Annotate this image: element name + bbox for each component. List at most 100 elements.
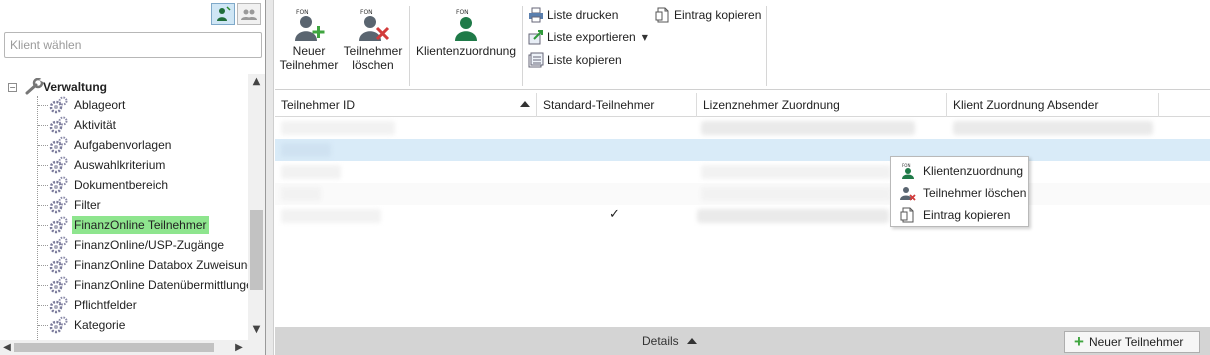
scroll-up-icon[interactable]: ▲ — [248, 76, 265, 90]
delete-participant-button[interactable]: FON Teilnehmer löschen — [341, 4, 405, 72]
svg-text:FON: FON — [456, 9, 469, 16]
export-icon — [528, 30, 543, 45]
copy-list-label: Liste kopieren — [547, 53, 622, 67]
print-list-label: Liste drucken — [547, 8, 619, 22]
redacted-cell — [701, 121, 915, 135]
tree-item-label: FinanzOnline Datenübermittlungen — [74, 278, 248, 292]
new-participant-footer-label: Neuer Teilnehmer — [1088, 335, 1184, 349]
redacted-cell — [281, 209, 381, 223]
client-assignment-label: Klientenzuordnung — [415, 44, 517, 58]
check-icon: ✓ — [609, 207, 620, 222]
gear-icon — [49, 116, 68, 134]
redacted-cell — [281, 143, 331, 157]
table-row[interactable] — [275, 117, 1210, 139]
tree-item-aufgabenvorlagen[interactable]: Aufgabenvorlagen — [38, 136, 173, 154]
grid-header: Teilnehmer ID Standard-Teilnehmer Lizenz… — [275, 93, 1210, 117]
column-header-lizenznehmer-zuordnung[interactable]: Lizenznehmer Zuordnung — [697, 93, 947, 117]
single-user-mode-button[interactable] — [211, 3, 235, 25]
svg-text:FON: FON — [296, 9, 309, 16]
new-participant-button[interactable]: FON Neuer Teilnehmer — [279, 4, 339, 72]
table-row[interactable] — [275, 183, 1210, 205]
redacted-cell — [281, 121, 395, 135]
tree-item-dokumentbereich[interactable]: Dokumentbereich — [38, 176, 170, 194]
copy-list-button[interactable]: Liste kopieren — [528, 51, 622, 69]
tree-item-auswahlkriterium[interactable]: Auswahlkriterium — [38, 156, 167, 174]
redacted-cell — [701, 187, 891, 201]
collapse-icon[interactable]: − — [8, 82, 17, 92]
gear-icon — [49, 236, 68, 254]
person-icon — [217, 6, 231, 21]
delete-participant-label: Teilnehmer löschen — [343, 44, 403, 72]
tree-item-aktivitaet[interactable]: Aktivität — [38, 116, 118, 134]
scrollbar-thumb[interactable] — [250, 210, 263, 290]
sort-ascending-icon — [520, 101, 530, 107]
table-row-selected[interactable] — [275, 139, 1210, 161]
menu-item-delete-participant[interactable]: Teilnehmer löschen — [891, 182, 1028, 204]
gear-icon — [49, 196, 68, 214]
details-label: Details — [642, 334, 679, 348]
svg-text:FON: FON — [360, 9, 373, 16]
client-assignment-icon: FON — [902, 163, 914, 179]
tree-item-label: Aufgabenvorlagen — [74, 138, 172, 152]
client-assignment-button[interactable]: FON Klientenzuordnung — [414, 4, 518, 58]
tree-item-label: Pflichtfelder — [74, 298, 137, 312]
table-row[interactable]: ✓ — [275, 205, 1210, 227]
tree-item-finanzonline-datenuebermittlungen[interactable]: FinanzOnline Datenübermittlungen — [38, 276, 248, 294]
gear-icon — [49, 216, 68, 234]
ribbon-separator — [766, 6, 767, 86]
pane-splitter[interactable] — [266, 0, 274, 355]
tree-item-label: Ablageort — [74, 98, 126, 112]
print-list-button[interactable]: Liste drucken — [528, 6, 618, 24]
column-header-standard-teilnehmer[interactable]: Standard-Teilnehmer — [537, 93, 697, 117]
tree-item-finanzonline-usp-zugaenge[interactable]: FinanzOnline/USP-Zugänge — [38, 236, 226, 254]
new-participant-label: Neuer Teilnehmer — [279, 44, 339, 72]
menu-item-copy-entry[interactable]: Eintrag kopieren — [891, 204, 1028, 226]
tree-root-verwaltung[interactable]: − Verwaltung — [8, 78, 107, 96]
tree-item-ablageort[interactable]: Ablageort — [38, 96, 127, 114]
table-row[interactable] — [275, 161, 1210, 183]
scroll-down-icon[interactable]: ▼ — [248, 324, 265, 338]
column-header-teilnehmer-id[interactable]: Teilnehmer ID — [275, 93, 537, 117]
tree-item-filter[interactable]: Filter — [38, 196, 103, 214]
ribbon-separator — [522, 6, 523, 86]
copy-entry-icon — [900, 207, 914, 223]
printer-icon — [529, 7, 543, 23]
export-list-label: Liste exportieren — [547, 30, 636, 44]
participant-grid: Teilnehmer ID Standard-Teilnehmer Lizenz… — [275, 91, 1210, 327]
context-menu: FON Klientenzuordnung Teilnehmer löschen… — [890, 156, 1029, 227]
tree-item-pflichtfelder[interactable]: Pflichtfelder — [38, 296, 139, 314]
redacted-cell — [701, 165, 891, 179]
menu-item-label: Klientenzuordnung — [923, 164, 1024, 178]
scroll-right-icon[interactable]: ▶ — [232, 340, 246, 355]
new-participant-footer-button[interactable]: + Neuer Teilnehmer — [1064, 331, 1200, 353]
tree-horizontal-scrollbar[interactable]: ◀ ▶ — [0, 340, 265, 355]
admin-tree: − Verwaltung Ablageort Aktivität Aufgabe… — [0, 74, 248, 340]
group-mode-button[interactable] — [237, 3, 261, 25]
gear-icon — [49, 136, 68, 154]
copy-entry-icon — [655, 7, 669, 23]
tree-vertical-scrollbar[interactable]: ▲ ▼ — [248, 74, 265, 340]
tree-item-label: Auswahlkriterium — [74, 158, 166, 172]
column-header-klient-zuordnung-absender[interactable]: Klient Zuordnung Absender — [947, 93, 1159, 117]
copy-entry-button[interactable]: Eintrag kopieren — [655, 6, 761, 24]
menu-item-label: Eintrag kopieren — [923, 208, 1011, 222]
client-search-input[interactable]: Klient wählen — [4, 32, 262, 58]
wrench-icon — [25, 78, 44, 95]
menu-item-client-assignment[interactable]: FON Klientenzuordnung — [891, 160, 1028, 182]
tree-item-kategorie[interactable]: Kategorie — [38, 316, 127, 334]
dropdown-caret-icon[interactable]: ▼ — [642, 33, 648, 42]
redacted-cell — [697, 209, 889, 223]
gear-icon — [49, 96, 68, 114]
details-toggle[interactable]: Details — [642, 334, 697, 348]
tree-item-finanzonline-databox[interactable]: FinanzOnline Databox Zuweisungen — [38, 256, 248, 274]
scroll-left-icon[interactable]: ◀ — [0, 340, 14, 355]
export-list-button[interactable]: Liste exportieren ▼ — [528, 28, 648, 46]
tree-item-label: FinanzOnline Teilnehmer — [72, 216, 209, 234]
tree-item-finanzonline-teilnehmer[interactable]: FinanzOnline Teilnehmer — [38, 216, 209, 234]
scrollbar-thumb[interactable] — [14, 343, 214, 352]
tree-item-label: FinanzOnline/USP-Zugänge — [74, 238, 225, 252]
delete-participant-icon: FON — [359, 9, 390, 41]
delete-participant-icon — [900, 187, 916, 201]
svg-text:FON: FON — [902, 163, 910, 168]
gear-icon — [49, 316, 68, 334]
